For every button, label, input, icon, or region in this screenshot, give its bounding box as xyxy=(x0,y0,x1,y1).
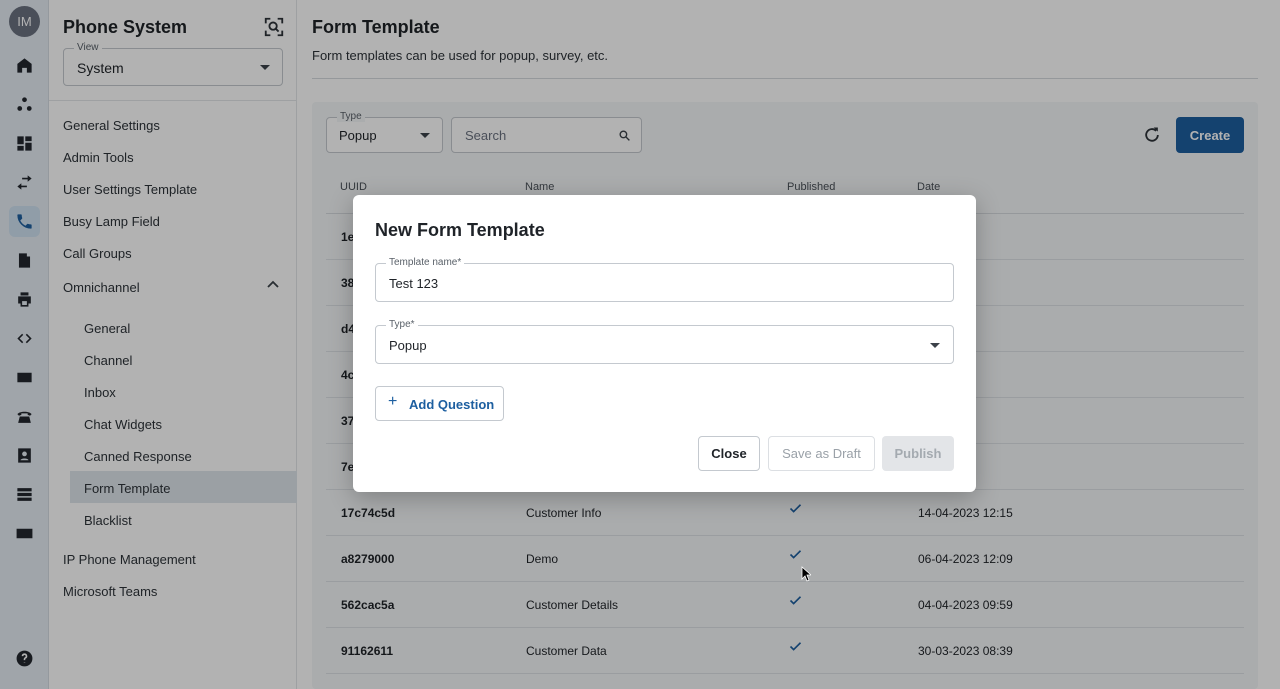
mouse-cursor-icon xyxy=(801,566,811,582)
template-name-value: Test 123 xyxy=(389,276,439,291)
type-select[interactable]: Type* Popup xyxy=(375,319,954,364)
close-button[interactable]: Close xyxy=(698,436,760,471)
type-value: Popup xyxy=(389,338,427,353)
save-as-draft-button[interactable]: Save as Draft xyxy=(768,436,875,471)
plus-icon: + xyxy=(388,393,398,410)
template-name-field[interactable]: Template name* Test 123 xyxy=(375,257,954,302)
publish-button[interactable]: Publish xyxy=(882,436,954,471)
chevron-down-icon xyxy=(930,343,940,348)
add-question-button[interactable]: + Add Question xyxy=(375,386,504,421)
dialog-title: New Form Template xyxy=(375,220,545,240)
new-form-template-dialog: New Form Template Template name* Test 12… xyxy=(353,195,976,492)
template-name-label: Template name* xyxy=(386,257,465,268)
add-question-label: Add Question xyxy=(409,397,495,412)
type-label: Type* xyxy=(386,319,418,330)
